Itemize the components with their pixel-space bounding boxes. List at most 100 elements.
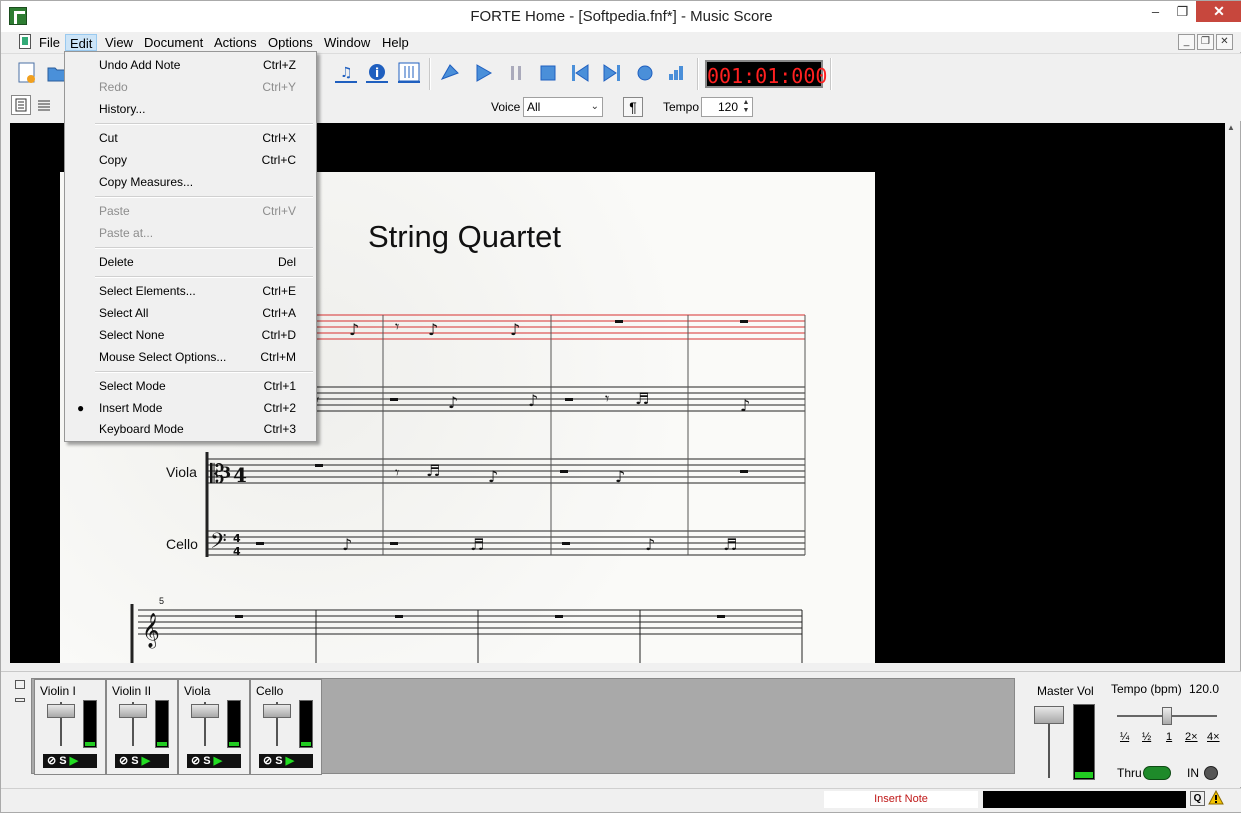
channel-strip: Viola ⊘ S ▶ [178,679,250,775]
channel-buttons[interactable]: ⊘ S ▶ [259,754,313,768]
svg-text:4: 4 [233,532,241,545]
svg-text:♬: ♬ [635,389,649,408]
info-icon[interactable]: i [365,61,389,85]
speed-half-button[interactable]: ½ [1142,731,1151,743]
mixer-collapse-icon[interactable] [15,698,25,702]
thru-label: Thru [1117,766,1142,780]
channel-strip: Cello ⊘ S ▶ [250,679,322,775]
tempo-spinner[interactable]: 120 ▲ ▼ [701,97,753,117]
violin-ii-staff [310,386,805,412]
instrument-label-cello: Cello [166,536,198,552]
tempo-bpm-value: 120.0 [1189,682,1220,696]
svg-text:♪: ♪ [645,535,655,554]
record-icon[interactable] [633,61,657,85]
mdi-close-button[interactable]: ✕ [1216,34,1233,50]
svg-text:𝄾: 𝄾 [605,389,609,408]
pause-icon[interactable] [504,61,528,85]
menu-paste: Paste Ctrl+V [99,204,296,218]
svg-text:𝄢: 𝄢 [210,529,227,559]
spinner-arrows-icon[interactable]: ▲ ▼ [741,99,751,115]
fast-forward-icon[interactable] [600,61,624,85]
title-bar: FORTE Home - [Softpedia.fnf*] - Music Sc… [1,1,1241,32]
channel-volume-fader[interactable] [119,704,147,718]
mixer-icon[interactable] [397,61,421,85]
page-view-icon[interactable] [11,95,31,115]
note-input-icon[interactable]: ♫ [334,61,358,85]
document-icon[interactable] [19,34,31,49]
maximize-button[interactable]: ❐ [1169,1,1196,22]
scroll-view-icon[interactable] [34,95,54,115]
menu-delete[interactable]: Delete Del [65,251,316,273]
warning-icon[interactable] [1208,789,1224,806]
menu-separator [95,196,313,198]
menu-select-none[interactable]: Select None Ctrl+D [65,324,316,346]
mdi-minimize-button[interactable]: _ [1178,34,1195,50]
svg-text:♪: ♪ [528,391,538,410]
menu-select-elements[interactable]: Select Elements... Ctrl+E [65,280,316,302]
menu-select-all[interactable]: Select All Ctrl+A [65,302,316,324]
close-button[interactable]: ✕ [1196,1,1241,22]
menu-redo: Redo Ctrl+Y [99,80,296,94]
channel-name: Violin I [40,684,76,698]
pilcrow-icon[interactable]: ¶ [623,97,643,117]
minimize-button[interactable]: – [1142,1,1169,22]
speed-normal-button[interactable]: 1 [1166,731,1172,743]
menu-file[interactable]: File [35,34,64,51]
menu-copy-measures[interactable]: Copy Measures... [65,171,316,193]
scroll-up-icon[interactable]: ▲ [1227,123,1235,132]
menu-history[interactable]: History... [65,98,316,120]
play-icon[interactable] [471,61,495,85]
svg-text:4: 4 [233,463,247,487]
channel-buttons[interactable]: ⊘ S ▶ [43,754,97,768]
rewind-icon[interactable] [568,61,592,85]
menu-copy[interactable]: Copy Ctrl+C [65,149,316,171]
menu-keyboard-mode[interactable]: Keyboard Mode Ctrl+3 [65,418,316,440]
voice-select-value: All [527,100,541,114]
menu-select-mode[interactable]: Select Mode Ctrl+1 [65,375,316,397]
speed-quarter-button[interactable]: ¼ [1120,731,1129,743]
menu-cut[interactable]: Cut Ctrl+X [65,127,316,149]
new-document-icon[interactable] [15,61,39,85]
thru-toggle[interactable] [1143,766,1171,780]
position-timer: 001:01:000 [705,60,827,88]
channel-buttons[interactable]: ⊘ S ▶ [115,754,169,768]
level-meter [83,700,97,748]
menu-insert-mode[interactable]: ● Insert Mode Ctrl+2 [65,397,316,419]
channel-volume-fader[interactable] [47,704,75,718]
stop-icon[interactable] [536,61,560,85]
level-icon[interactable] [664,61,688,85]
master-volume-fader[interactable] [1034,706,1064,724]
radio-bullet-icon: ● [77,401,85,415]
svg-text:♪: ♪ [615,467,625,486]
menu-undo-add-note[interactable]: Undo Add Note Ctrl+Z [65,54,316,76]
vertical-scrollbar[interactable]: ▲ [1225,123,1239,663]
cello-staff [207,530,805,556]
tempo-bpm-label: Tempo (bpm) [1111,682,1182,696]
menu-actions[interactable]: Actions [210,34,261,51]
svg-text:𝄾: 𝄾 [395,317,399,336]
menu-help[interactable]: Help [378,34,413,51]
mixer-panel: Violin I ⊘ S ▶ Violin II ⊘ S ▶ Viola ⊘ S… [1,671,1241,787]
tempo-slider-thumb[interactable] [1162,707,1172,725]
menu-separator [95,276,313,278]
menu-document[interactable]: Document [140,34,207,51]
channel-buttons[interactable]: ⊘ S ▶ [187,754,241,768]
channel-volume-fader[interactable] [263,704,291,718]
speed-double-button[interactable]: 2× [1185,731,1198,743]
menu-window[interactable]: Window [320,34,374,51]
metronome-icon[interactable] [438,61,462,85]
quantize-button[interactable]: Q [1190,791,1205,806]
menu-view[interactable]: View [101,34,137,51]
in-label: IN [1187,766,1199,780]
menu-options[interactable]: Options [264,34,317,51]
menu-edit[interactable]: Edit [65,34,98,51]
mdi-restore-button[interactable]: ❐ [1197,34,1214,50]
tempo-value: 120 [717,100,738,114]
speed-quadruple-button[interactable]: 4× [1207,731,1220,743]
in-indicator [1204,766,1218,780]
mixer-toggle-icon[interactable] [15,680,25,689]
menu-mouse-select-options[interactable]: Mouse Select Options... Ctrl+M [65,346,316,368]
edit-menu-dropdown: Undo Add Note Ctrl+Z Redo Ctrl+Y History..… [64,51,317,442]
voice-select[interactable]: All ⌄ [523,97,603,117]
channel-volume-fader[interactable] [191,704,219,718]
